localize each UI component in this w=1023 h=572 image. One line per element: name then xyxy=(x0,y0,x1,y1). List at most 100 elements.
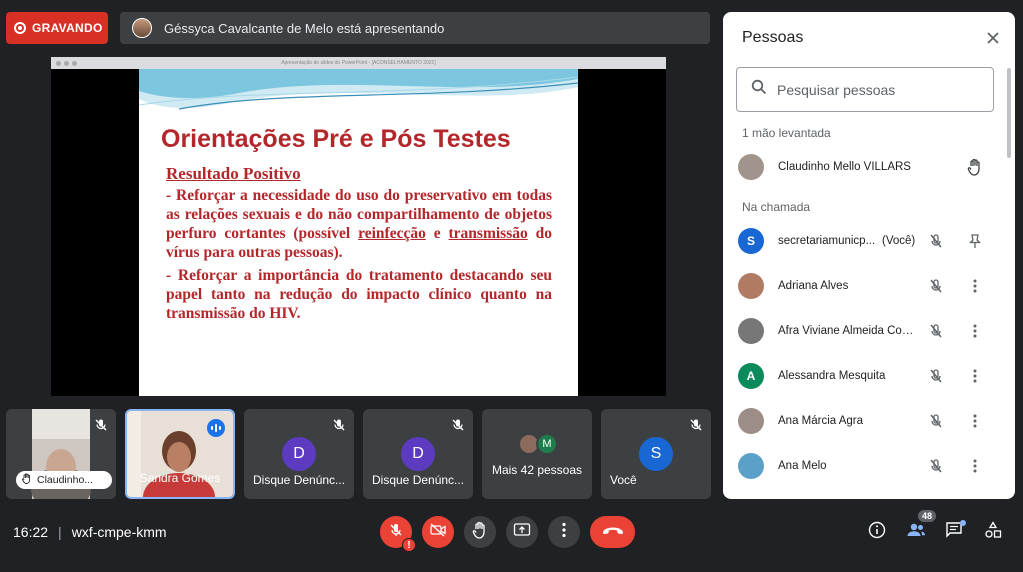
participant-name: Adriana Alves xyxy=(778,280,849,292)
participant-name: secretariamunicp... xyxy=(778,235,876,247)
speaking-indicator-icon xyxy=(207,419,225,437)
hand-icon xyxy=(472,521,488,544)
pin-icon[interactable] xyxy=(966,232,984,250)
tile-name: Disque Denúnc... xyxy=(372,473,465,487)
participant-name: Claudinho Mello VILLARS xyxy=(778,161,911,173)
mic-off-icon xyxy=(332,418,346,432)
tile-name: Disque Denúnc... xyxy=(253,473,346,487)
raise-hand-button[interactable] xyxy=(464,516,496,548)
avatar: S xyxy=(738,228,764,254)
meeting-code: wxf-cmpe-kmm xyxy=(71,524,167,540)
separator: | xyxy=(58,524,62,540)
in-call-label: Na chamada xyxy=(742,200,811,214)
more-vert-icon xyxy=(562,522,566,543)
people-panel: Pessoas 1 mão levantada Claudinho Mello … xyxy=(723,12,1015,499)
mic-off-icon xyxy=(388,522,404,543)
people-count-badge: 48 xyxy=(918,510,937,522)
participant-tile[interactable]: D Disque Denúnc... xyxy=(363,409,473,499)
avatar: A xyxy=(738,363,764,389)
more-options-button[interactable] xyxy=(548,516,580,548)
self-tile[interactable]: S Você xyxy=(601,409,711,499)
more-vert-icon[interactable] xyxy=(966,412,984,430)
hand-icon xyxy=(22,473,32,487)
you-label: (Você) xyxy=(882,235,916,247)
avatar xyxy=(738,273,764,299)
raised-hands-label: 1 mão levantada xyxy=(742,126,831,140)
slide-wave-decoration xyxy=(139,69,578,110)
tile-name: Sandra Gomes xyxy=(139,471,221,485)
avatar xyxy=(738,154,764,180)
participant-name: Afra Viviane Almeida Cout... xyxy=(778,325,918,337)
mic-off-icon xyxy=(927,412,945,430)
slide-body: - Reforçar a necessidade do uso do prese… xyxy=(166,186,552,327)
present-icon xyxy=(513,522,531,543)
presenting-banner: Géssyca Cavalcante de Melo está apresent… xyxy=(120,12,710,44)
camera-off-icon xyxy=(429,522,447,543)
slide-text: e xyxy=(425,225,449,242)
participant-row[interactable]: Ana Márcia Agra xyxy=(738,406,1003,436)
chat-notification-dot xyxy=(960,520,966,526)
mic-off-icon xyxy=(927,322,945,340)
hand-icon[interactable] xyxy=(966,158,984,176)
more-vert-icon[interactable] xyxy=(966,277,984,295)
activities-button[interactable] xyxy=(981,520,1005,544)
chat-button[interactable] xyxy=(942,520,966,544)
mic-off-icon xyxy=(927,367,945,385)
end-call-icon xyxy=(602,523,624,541)
participant-row[interactable]: Afra Viviane Almeida Cout... xyxy=(738,316,1003,346)
participant-name: Alessandra Mesquita xyxy=(778,370,886,382)
present-screen-button[interactable] xyxy=(506,516,538,548)
mic-off-icon xyxy=(927,457,945,475)
participant-name: Ana Melo xyxy=(778,460,827,472)
raised-hand-participant[interactable]: Claudinho Mello VILLARS xyxy=(738,152,1003,182)
slide-subtitle: Resultado Positivo xyxy=(166,164,301,183)
avatar: S xyxy=(639,437,673,471)
more-people-label: Mais 42 pessoas xyxy=(491,463,583,477)
more-vert-icon[interactable] xyxy=(966,457,984,475)
participant-tile[interactable]: Claudinho... xyxy=(6,409,116,499)
presenter-avatar xyxy=(132,18,152,38)
leave-call-button[interactable] xyxy=(590,516,635,548)
more-vert-icon[interactable] xyxy=(966,367,984,385)
search-icon xyxy=(751,79,767,100)
mic-off-icon xyxy=(451,418,465,432)
slide-title: Orientações Pré e Pós Testes xyxy=(161,125,511,153)
avatar: D xyxy=(401,437,435,471)
participant-row[interactable]: Ana Melo xyxy=(738,451,1003,481)
more-vert-icon[interactable] xyxy=(966,322,984,340)
participant-tile[interactable]: Sandra Gomes xyxy=(125,409,235,499)
participant-row[interactable]: A Alessandra Mesquita xyxy=(738,361,1003,391)
participant-row[interactable]: S secretariamunicp... (Você) xyxy=(738,226,1003,256)
presentation-titlebar: Apresentação de slides do PowerPoint - [… xyxy=(51,57,666,69)
avatar xyxy=(738,318,764,344)
mic-off-icon xyxy=(689,418,703,432)
close-icon[interactable] xyxy=(985,30,1001,46)
meeting-details: 16:22 | wxf-cmpe-kmm xyxy=(13,524,167,540)
more-people-tile[interactable]: M Mais 42 pessoas xyxy=(482,409,592,499)
tile-name: Você xyxy=(610,473,637,487)
search-box[interactable] xyxy=(736,67,994,112)
shared-screen: Apresentação de slides do PowerPoint - [… xyxy=(51,57,666,396)
people-button[interactable] xyxy=(904,520,928,544)
info-icon xyxy=(868,521,886,544)
meeting-details-button[interactable] xyxy=(865,520,889,544)
presenting-text: Géssyca Cavalcante de Melo está apresent… xyxy=(164,20,445,36)
people-icon xyxy=(906,522,926,543)
camera-toggle-button[interactable] xyxy=(422,516,454,548)
mic-off-icon xyxy=(927,232,945,250)
avatar: D xyxy=(282,437,316,471)
panel-scrollbar[interactable] xyxy=(1007,68,1011,158)
record-icon xyxy=(14,22,26,34)
avatar xyxy=(738,408,764,434)
search-input[interactable] xyxy=(777,81,977,98)
slide-paragraph: - Reforçar a necessidade do uso do prese… xyxy=(166,186,552,262)
clock: 16:22 xyxy=(13,524,49,540)
participant-tile[interactable]: D Disque Denúnc... xyxy=(244,409,354,499)
avatar: M xyxy=(536,433,558,455)
mic-off-icon xyxy=(927,277,945,295)
participant-row[interactable]: Adriana Alves xyxy=(738,271,1003,301)
slide-text-underlined: transmissão xyxy=(448,225,528,242)
mic-toggle-button[interactable]: ! xyxy=(380,516,416,552)
recording-badge[interactable]: GRAVANDO xyxy=(6,12,108,44)
slide: Orientações Pré e Pós Testes Resultado P… xyxy=(139,69,578,396)
